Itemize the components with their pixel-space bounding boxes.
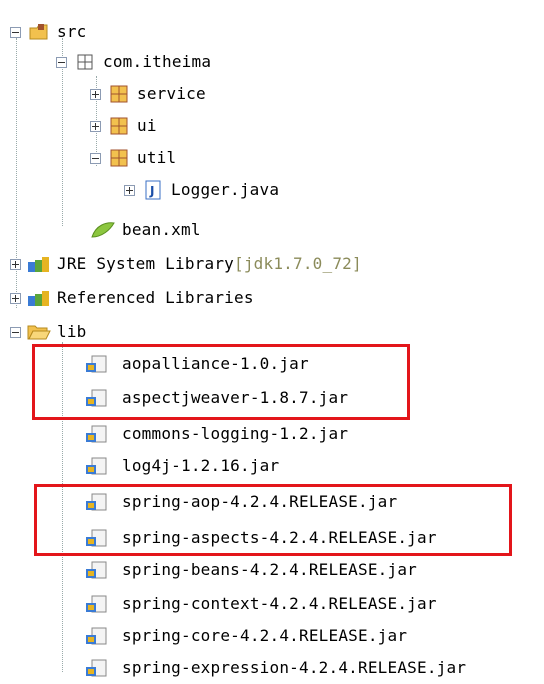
jar-file-icon (84, 626, 110, 646)
jar-file-icon (84, 594, 110, 614)
tree-item-label: commons-logging-1.2.jar (122, 424, 349, 443)
expand-icon[interactable] (10, 292, 21, 304)
highlight-box-aop-dependencies (32, 344, 410, 420)
tree-item-label: log4j-1.2.16.jar (122, 456, 280, 475)
package-icon (75, 52, 95, 72)
collapse-icon[interactable] (56, 56, 67, 68)
tree-item-label: Logger.java (171, 180, 280, 199)
jar-file-icon (84, 424, 110, 444)
tree-item-referenced-libraries[interactable]: Referenced Libraries (10, 282, 254, 314)
tree-item-label: service (137, 84, 206, 103)
tree-item-label: spring-expression-4.2.4.RELEASE.jar (122, 658, 467, 677)
tree-item-label: src (57, 22, 87, 41)
tree-item-logger-java[interactable]: J Logger.java (124, 174, 279, 206)
library-icon (27, 288, 51, 308)
tree-item-label: Referenced Libraries (57, 288, 254, 307)
expand-icon[interactable] (10, 258, 21, 270)
package-icon (109, 148, 129, 168)
tree-item-ui[interactable]: ui (90, 110, 157, 142)
tree-item-jar[interactable]: spring-context-4.2.4.RELEASE.jar (84, 588, 437, 620)
tree-item-bean-xml[interactable]: bean.xml (90, 214, 201, 246)
highlight-box-spring-aop-jars (34, 484, 512, 556)
tree-item-label: bean.xml (122, 220, 201, 239)
xml-file-icon (90, 220, 116, 240)
jar-file-icon (84, 658, 110, 678)
tree-item-label: com.itheima (103, 52, 212, 71)
tree-item-decoration: [jdk1.7.0_72] (234, 254, 362, 273)
tree-item-jar[interactable]: spring-core-4.2.4.RELEASE.jar (84, 620, 407, 652)
tree-item-label: spring-context-4.2.4.RELEASE.jar (122, 594, 437, 613)
expand-icon[interactable] (90, 120, 101, 132)
package-icon (109, 116, 129, 136)
tree-item-service[interactable]: service (90, 78, 206, 110)
collapse-icon[interactable] (90, 152, 101, 164)
tree-item-label: spring-core-4.2.4.RELEASE.jar (122, 626, 408, 645)
tree-item-label: spring-beans-4.2.4.RELEASE.jar (122, 560, 417, 579)
collapse-icon[interactable] (10, 326, 21, 338)
expand-icon[interactable] (90, 88, 101, 100)
tree-item-label: ui (137, 116, 157, 135)
source-folder-icon (29, 22, 49, 42)
tree-item-util[interactable]: util (90, 142, 176, 174)
jar-file-icon (84, 560, 110, 580)
package-icon (109, 84, 129, 104)
tree-item-jar[interactable]: log4j-1.2.16.jar (84, 450, 279, 482)
java-file-icon: J (143, 180, 163, 200)
tree-item-jre-library[interactable]: JRE System Library [jdk1.7.0_72] (10, 248, 362, 280)
tree-item-label: util (137, 148, 177, 167)
folder-open-icon (27, 322, 51, 342)
expand-icon[interactable] (124, 184, 135, 196)
tree-item-jar[interactable]: commons-logging-1.2.jar (84, 418, 348, 450)
library-icon (27, 254, 51, 274)
collapse-icon[interactable] (10, 26, 21, 38)
tree-item-jar[interactable]: spring-expression-4.2.4.RELEASE.jar (84, 652, 466, 684)
svg-text:J: J (149, 184, 154, 198)
tree-item-jar[interactable]: spring-beans-4.2.4.RELEASE.jar (84, 554, 417, 586)
project-explorer-tree: src com.itheima service ui util J Logger… (0, 0, 544, 682)
tree-item-src[interactable]: src (10, 16, 87, 48)
tree-item-label: JRE System Library (57, 254, 234, 273)
jar-file-icon (84, 456, 110, 476)
tree-item-package[interactable]: com.itheima (56, 46, 211, 78)
